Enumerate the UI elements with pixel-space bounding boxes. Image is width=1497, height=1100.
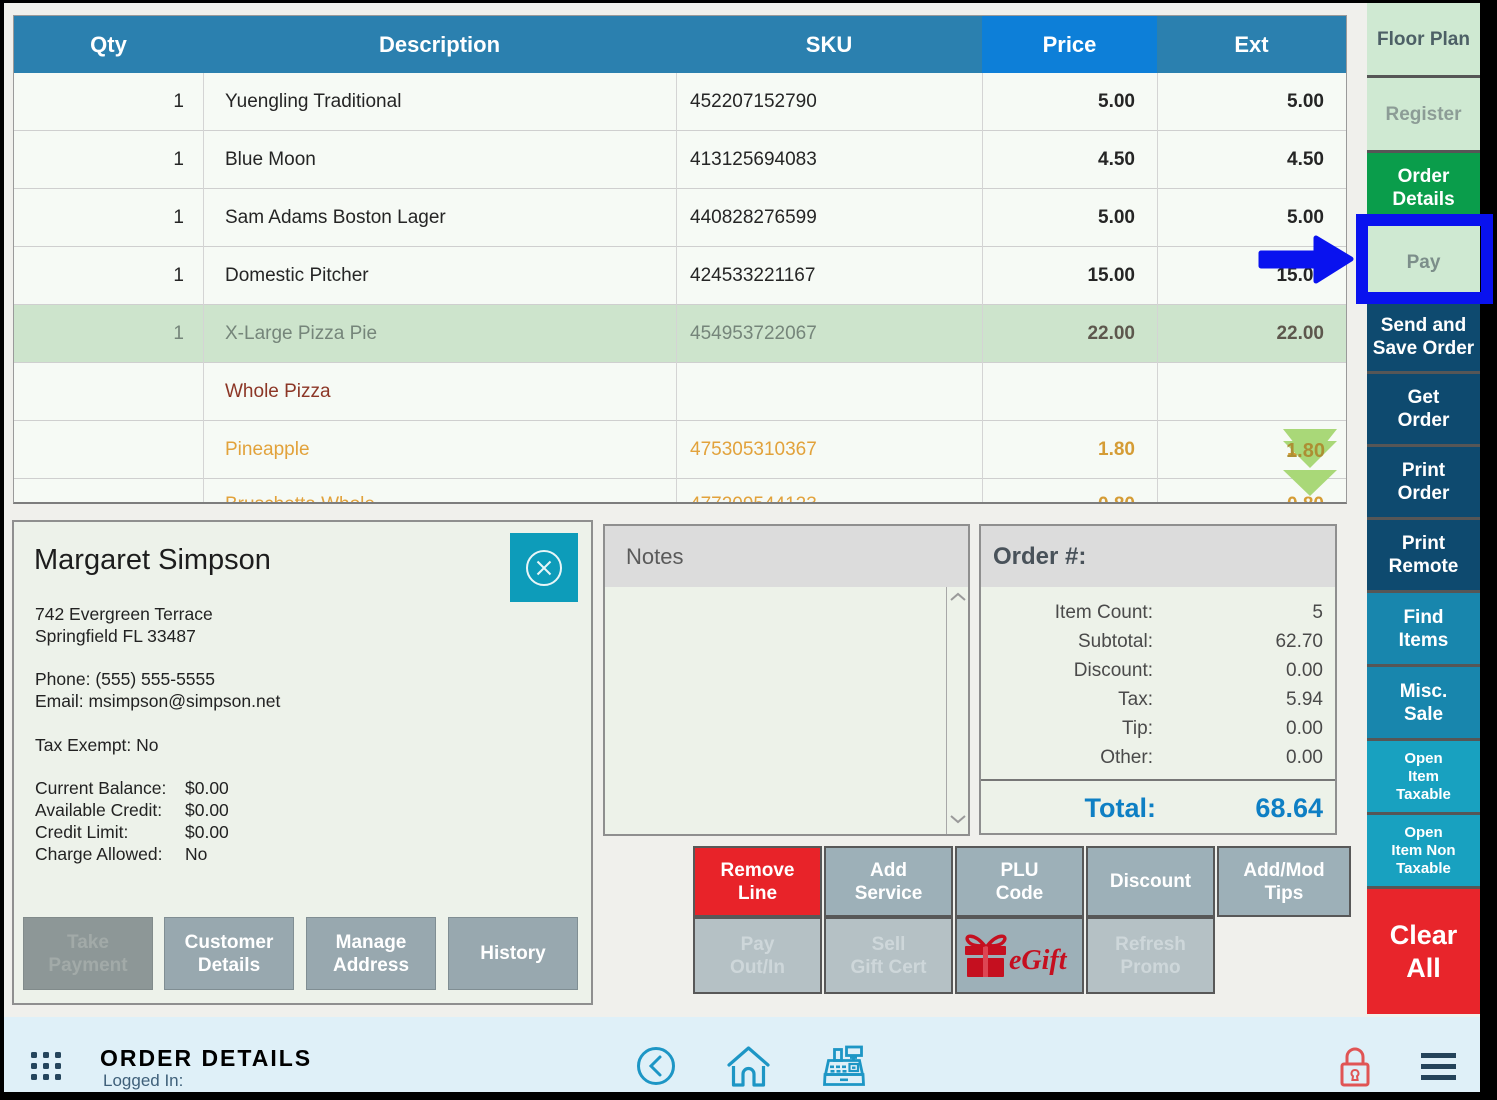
svg-text:eGift: eGift [1009,945,1068,976]
